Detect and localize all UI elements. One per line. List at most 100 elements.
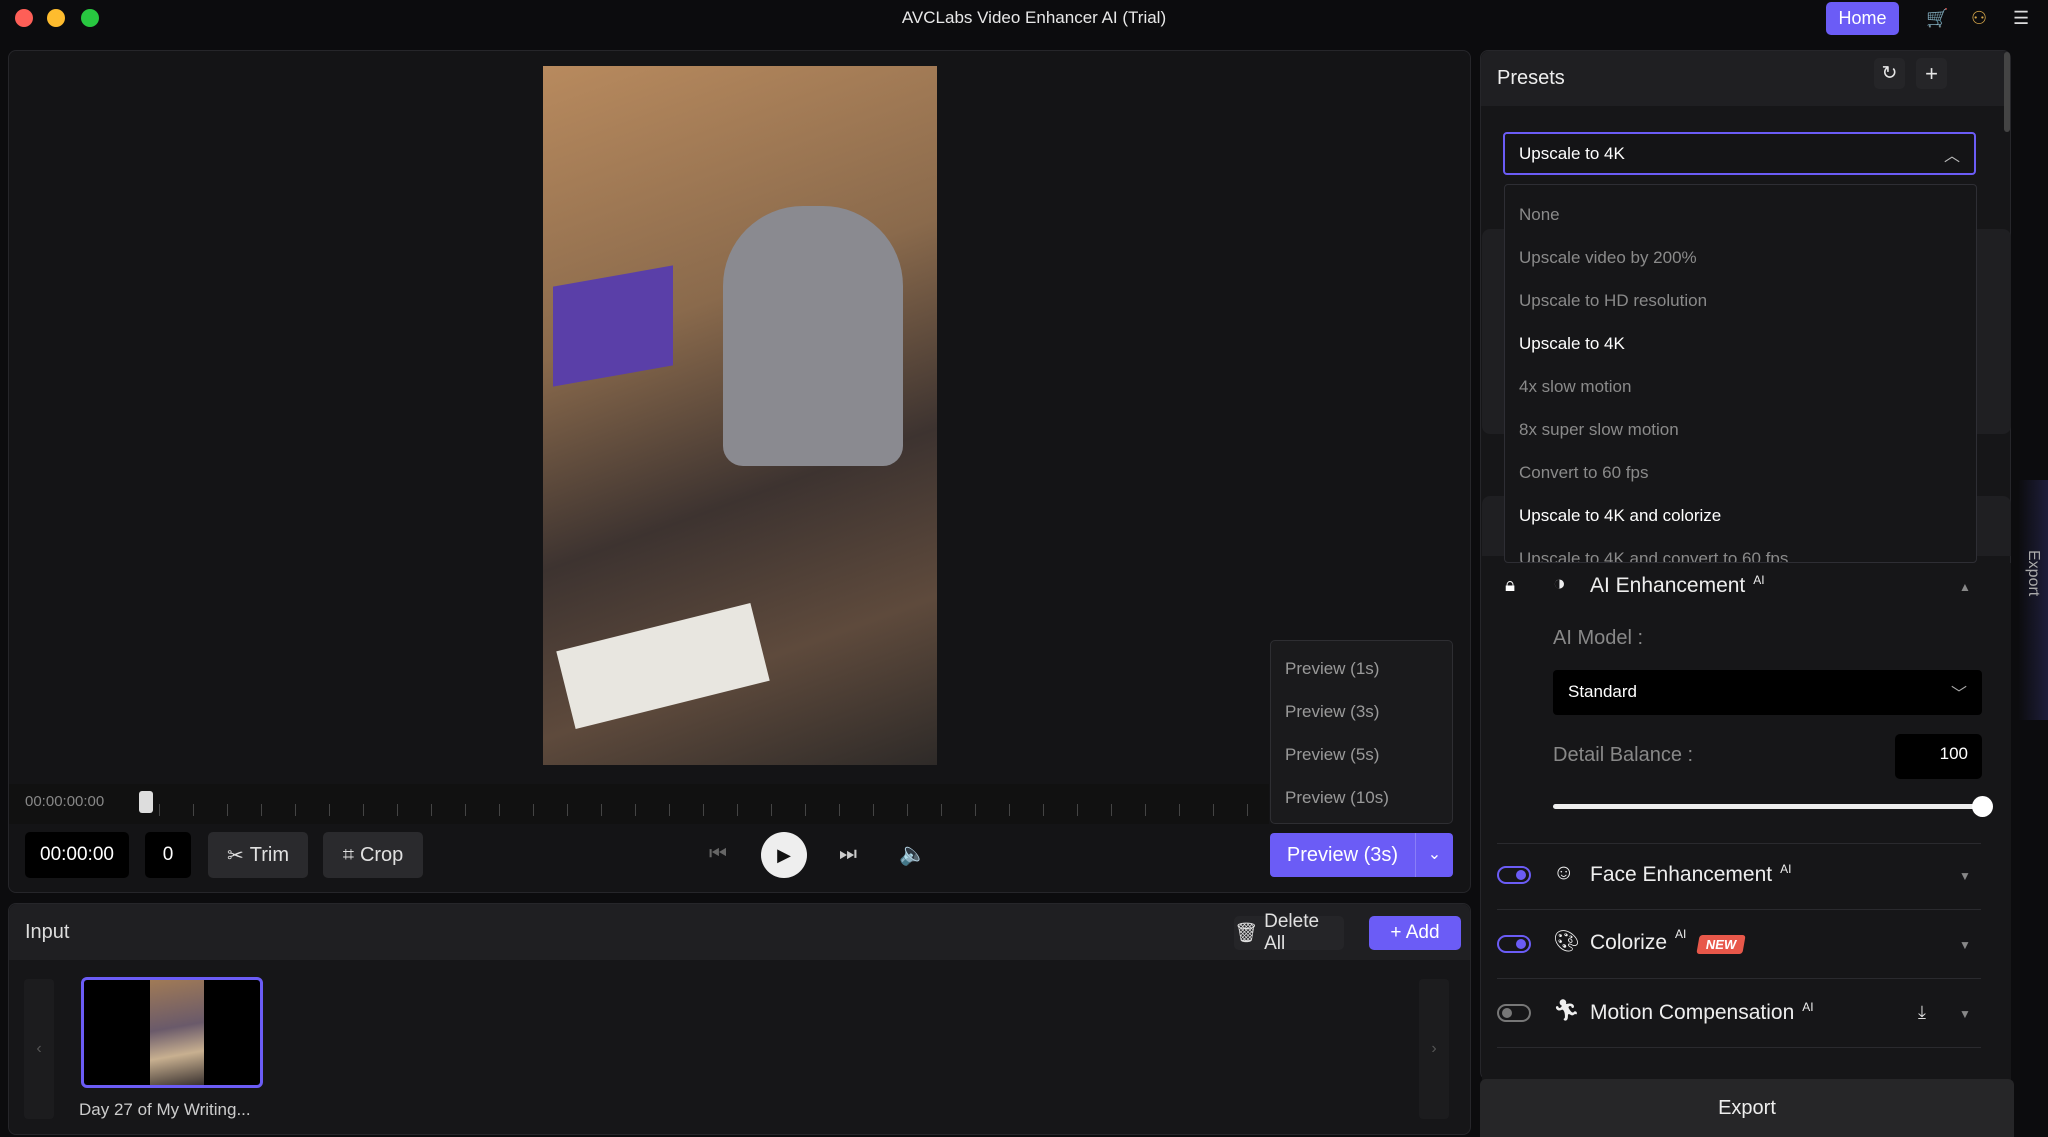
ai-model-value: Standard bbox=[1568, 682, 1637, 701]
thumbnail-image bbox=[150, 980, 204, 1085]
download-icon[interactable]: ⤓ bbox=[1918, 1002, 1926, 1023]
ai-tag: AI bbox=[1675, 927, 1687, 941]
crop-button[interactable]: ⌗ Crop bbox=[323, 832, 423, 878]
trim-label: Trim bbox=[249, 843, 289, 866]
ai-tag: AI bbox=[1780, 862, 1792, 876]
scroll-left-button[interactable]: ‹ bbox=[24, 979, 54, 1119]
divider bbox=[1497, 1047, 1981, 1048]
chevron-up-icon: ︿ bbox=[1943, 148, 1960, 165]
preset-selected-value: Upscale to 4K bbox=[1519, 144, 1625, 163]
trim-button[interactable]: ✂ Trim bbox=[208, 832, 308, 878]
scroll-right-button[interactable]: › bbox=[1419, 979, 1449, 1119]
input-panel: Input 🗑 Delete All + Add ‹ › Day 27 of My… bbox=[8, 903, 1471, 1135]
colorize-title: Colorize AI NEW bbox=[1590, 927, 1747, 955]
divider bbox=[1497, 978, 1981, 979]
lock-icon: 🔒︎ bbox=[1505, 575, 1516, 596]
settings-scrollbar[interactable] bbox=[2004, 52, 2010, 132]
motion-compensation-title: Motion Compensation AI bbox=[1590, 1000, 1814, 1025]
add-preset-icon[interactable]: + bbox=[1916, 58, 1947, 89]
preset-option-selected[interactable]: Upscale to 4K bbox=[1505, 322, 1976, 365]
face-enhancement-label: Face Enhancement bbox=[1590, 863, 1773, 886]
keyboard bbox=[556, 602, 770, 730]
window-title: AVCLabs Video Enhancer AI (Trial) bbox=[901, 8, 1167, 27]
player-panel: 00:00:00:00 00:00:00 0 ✂ Trim ⌗ Crop ⏮ ▶ ⏭… bbox=[8, 50, 1471, 893]
timeline-timecode: 00:00:00:00 bbox=[25, 793, 105, 810]
frame-field[interactable]: 0 bbox=[145, 832, 191, 878]
scissors-icon: ✂ bbox=[226, 844, 244, 867]
previous-frame-icon[interactable]: ⏮ bbox=[709, 843, 727, 866]
volume-icon[interactable]: 🔈 bbox=[899, 841, 926, 867]
detail-balance-input[interactable]: 100 bbox=[1895, 734, 1982, 779]
chevron-down-icon: ﹀ bbox=[1950, 686, 1967, 703]
home-button[interactable]: Home bbox=[1826, 2, 1899, 35]
motion-compensation-toggle[interactable] bbox=[1497, 1004, 1531, 1022]
delete-all-button[interactable]: 🗑 Delete All bbox=[1234, 911, 1344, 954]
laptop-screen bbox=[553, 265, 673, 387]
new-badge: NEW bbox=[1696, 935, 1747, 954]
side-export-label: Export bbox=[2025, 550, 2042, 597]
colorize-toggle[interactable] bbox=[1497, 935, 1531, 953]
colorize-label: Colorize bbox=[1590, 931, 1668, 954]
input-file-name: Day 27 of My Writing... bbox=[79, 1100, 251, 1119]
side-export-tab[interactable]: Export bbox=[2018, 480, 2048, 720]
preview-option[interactable]: Preview (1s) bbox=[1271, 647, 1452, 690]
settings-panel: Presets ↻ + Upscale to 4K ︿ None Upscale… bbox=[1480, 50, 2011, 1081]
preset-select[interactable]: Upscale to 4K ︿ bbox=[1503, 132, 1976, 175]
detail-balance-slider[interactable] bbox=[1553, 804, 1983, 809]
ai-model-select[interactable]: Standard ﹀ bbox=[1553, 670, 1982, 715]
menu-icon[interactable]: ☰ bbox=[2013, 8, 2029, 29]
playhead[interactable] bbox=[139, 791, 153, 813]
preview-option[interactable]: Preview (5s) bbox=[1271, 733, 1452, 776]
detail-balance-label: Detail Balance : bbox=[1553, 744, 1694, 766]
crop-label: Crop bbox=[359, 843, 404, 866]
preset-option[interactable]: 4x slow motion bbox=[1505, 365, 1976, 408]
preset-option[interactable]: 8x super slow motion bbox=[1505, 408, 1976, 451]
face-enhancement-title: Face Enhancement AI bbox=[1590, 862, 1791, 887]
preview-option[interactable]: Preview (10s) bbox=[1271, 776, 1452, 819]
add-button[interactable]: + Add bbox=[1369, 916, 1461, 950]
user-icon[interactable]: ⚇ bbox=[1971, 8, 1987, 29]
preset-option[interactable]: Convert to 60 fps bbox=[1505, 451, 1976, 494]
preset-option[interactable]: Upscale to 4K and colorize bbox=[1505, 494, 1976, 537]
ai-tag: AI bbox=[1802, 1000, 1814, 1014]
contrast-icon: ◑ bbox=[1553, 572, 1566, 595]
preview-option[interactable]: Preview (3s) bbox=[1271, 690, 1452, 733]
preset-option[interactable]: Upscale to HD resolution bbox=[1505, 279, 1976, 322]
delete-all-label: Delete All bbox=[1264, 911, 1320, 954]
preset-option[interactable]: Upscale to 4K and convert to 60 fps bbox=[1505, 537, 1976, 562]
preview-button-group: Preview (3s) ⌄ bbox=[1270, 833, 1453, 877]
expand-caret-icon[interactable]: ▼ bbox=[1959, 938, 1971, 952]
ai-tag: AI bbox=[1753, 573, 1765, 587]
video-preview bbox=[543, 66, 937, 765]
preset-dropdown-list: None Upscale video by 200% Upscale to HD… bbox=[1504, 184, 1977, 563]
timeline[interactable]: 00:00:00:00 bbox=[9, 784, 1269, 824]
reset-preset-icon[interactable]: ↻ bbox=[1874, 58, 1905, 89]
motion-compensation-label: Motion Compensation bbox=[1590, 1001, 1795, 1024]
face-enhancement-toggle[interactable] bbox=[1497, 866, 1531, 884]
divider bbox=[1497, 843, 1981, 844]
presets-title: Presets bbox=[1497, 67, 1565, 89]
play-button[interactable]: ▶ bbox=[761, 832, 807, 878]
divider bbox=[1497, 909, 1981, 910]
expand-caret-icon[interactable]: ▼ bbox=[1959, 869, 1971, 883]
input-thumbnail[interactable] bbox=[81, 977, 263, 1088]
export-button[interactable]: Export bbox=[1480, 1079, 2014, 1137]
collapse-caret-icon[interactable]: ▲ bbox=[1959, 580, 1971, 594]
crop-icon: ⌗ bbox=[342, 843, 354, 866]
slider-thumb[interactable] bbox=[1972, 796, 1993, 817]
running-icon: 🏃︎ bbox=[1553, 999, 1580, 1022]
palette-icon: 🎨︎ bbox=[1553, 930, 1580, 953]
input-title: Input bbox=[25, 921, 70, 943]
preset-option[interactable]: Upscale video by 200% bbox=[1505, 236, 1976, 279]
preset-option[interactable]: None bbox=[1505, 193, 1976, 236]
expand-caret-icon[interactable]: ▼ bbox=[1959, 1007, 1971, 1021]
trash-icon: 🗑 bbox=[1234, 923, 1259, 944]
cart-icon[interactable]: 🛒 bbox=[1926, 8, 1948, 29]
next-frame-icon[interactable]: ⏭ bbox=[839, 843, 857, 866]
face-icon: ☺ bbox=[1553, 861, 1575, 884]
preview-duration-menu: Preview (1s) Preview (3s) Preview (5s) P… bbox=[1270, 640, 1453, 824]
ai-enhancement-label: AI Enhancement bbox=[1590, 574, 1746, 597]
time-field[interactable]: 00:00:00 bbox=[25, 832, 129, 878]
preview-dropdown-chevron-icon[interactable]: ⌄ bbox=[1415, 833, 1453, 877]
preview-button[interactable]: Preview (3s) bbox=[1270, 833, 1415, 877]
